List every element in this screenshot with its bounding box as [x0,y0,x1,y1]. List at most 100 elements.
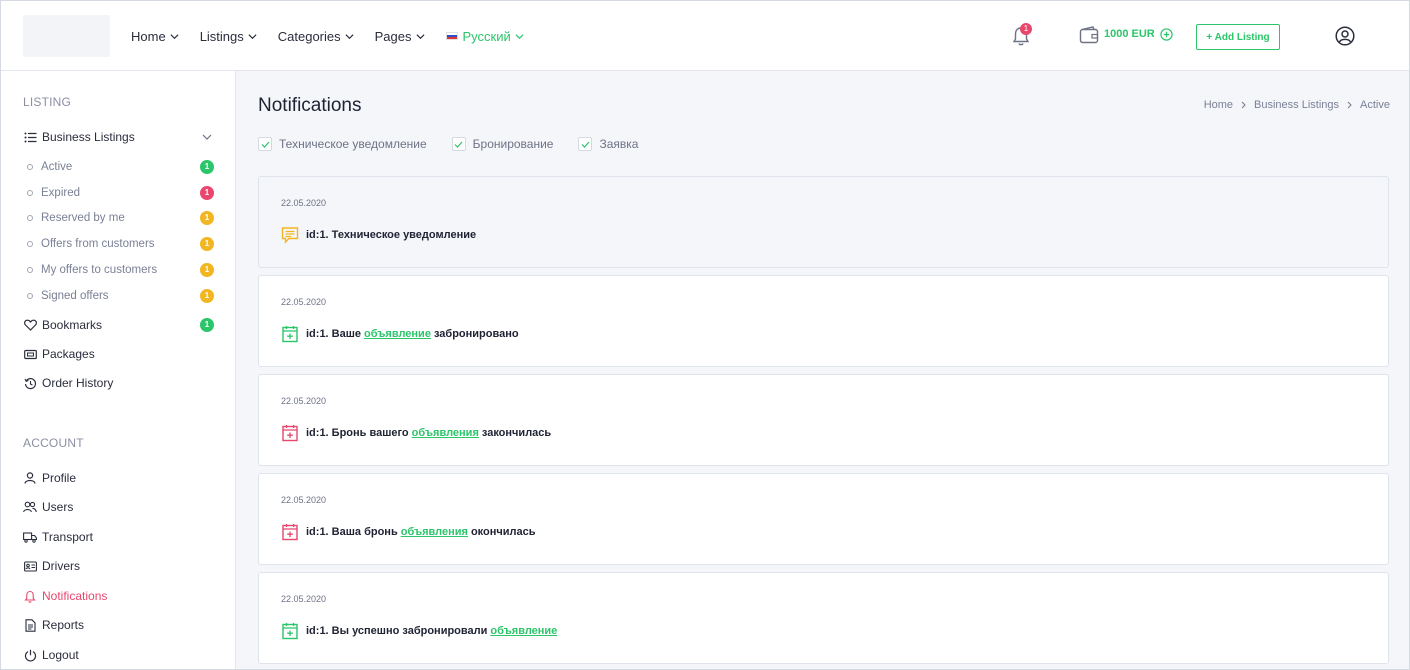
sidebar-item-offers-from-customers[interactable]: Offers from customers 1 [27,234,218,254]
notification-date: 22.05.2020 [281,297,327,307]
logo[interactable] [23,15,110,57]
listing-link[interactable]: объявление [490,625,557,637]
document-icon [23,618,37,632]
filter-label: Бронирование [472,137,554,151]
sidebar-item-drivers[interactable]: Drivers [23,556,218,576]
listing-link[interactable]: объявления [401,526,468,538]
sidebar-item-my-offers-to-customers[interactable]: My offers to customers 1 [27,260,218,280]
filter-label: Заявка [599,137,639,151]
notification-card[interactable]: 22.05.2020 id:1. Техническое уведомление [258,176,1389,268]
listing-section-title: LISTING [23,95,72,109]
bullet-icon [27,164,33,170]
bullet-icon [27,241,33,247]
nav-home[interactable]: Home [131,29,179,44]
listing-link[interactable]: объявление [364,328,431,340]
bullet-icon [27,215,33,221]
notification-text: id:1. Ваше [306,328,362,340]
count-badge: 1 [200,237,214,251]
add-funds-icon[interactable] [1160,28,1173,41]
sidebar-item-transport[interactable]: Transport [23,527,218,547]
breadcrumb-home[interactable]: Home [1204,99,1233,111]
calendar-icon [282,623,298,640]
breadcrumb: Home Business Listings Active [1204,99,1390,111]
sidebar-item-order-history[interactable]: Order History [23,373,218,393]
business-listings-label: Business Listings [42,130,135,144]
chevron-right-icon [1241,101,1246,109]
bookmarks-label: Bookmarks [42,318,103,332]
notification-text: id:1. Техническое уведомление [306,229,477,241]
sidebar-item-signed-offers[interactable]: Signed offers 1 [27,286,218,306]
notification-count-badge: 1 [1020,23,1032,35]
filter-request[interactable]: Заявка [578,137,638,151]
user-profile-icon[interactable] [1335,26,1355,46]
chevron-down-icon [170,33,179,39]
notification-card[interactable]: 22.05.2020 id:1. Бронь вашего объявления… [258,374,1389,466]
reports-label: Reports [42,618,85,632]
calendar-icon [282,524,298,541]
checkbox[interactable] [258,137,272,151]
nav-categories[interactable]: Categories [278,29,354,44]
sidebar-item-bookmarks[interactable]: Bookmarks 1 [23,315,218,335]
main-nav: Home Listings Categories Pages Русский [131,1,545,71]
count-badge: 1 [200,289,214,303]
notification-date: 22.05.2020 [281,594,327,604]
sidebar-item-notifications[interactable]: Notifications [23,586,218,606]
notification-message: id:1. Бронь вашего объявления закончилас… [281,424,551,442]
power-icon [23,648,37,662]
sub-item-label: Active [41,161,73,173]
profile-label: Profile [42,471,77,485]
chevron-down-icon[interactable] [202,132,212,142]
checkbox[interactable] [451,137,466,151]
listing-link[interactable]: объявления [412,427,479,439]
bullet-icon [27,190,33,196]
notification-message: id:1. Техническое уведомление [281,226,476,244]
filter-booking[interactable]: Бронирование [451,137,554,151]
nav-pages[interactable]: Pages [375,29,425,44]
sidebar-item-users[interactable]: Users [23,497,218,517]
message-icon [281,227,299,244]
notification-message: id:1. Ваша бронь объявления окончилась [281,523,536,541]
sidebar-item-logout[interactable]: Logout [23,645,218,665]
notification-text: забронировано [433,328,519,340]
sidebar-item-reports[interactable]: Reports [23,615,218,635]
main-content: Notifications Home Business Listings Act… [236,71,1409,669]
sidebar: LISTING Business Listings Active 1 Expir… [1,71,236,669]
top-header: Home Listings Categories Pages Русский 1… [1,1,1409,71]
id-card-icon [23,559,37,573]
notification-filters: Техническое уведомление Бронирование Зая… [258,137,663,151]
nav-listings-label: Listings [199,28,244,44]
notification-text: id:1. Ваша бронь [306,526,398,538]
users-icon [23,500,37,514]
truck-icon [23,530,37,544]
packages-label: Packages [42,347,95,361]
add-listing-button[interactable]: + Add Listing [1196,24,1280,50]
notification-card[interactable]: 22.05.2020 id:1. Вы успешно забронировал… [258,572,1389,664]
chevron-down-icon [515,33,524,39]
chevron-down-icon [248,33,257,39]
sub-item-label: Offers from customers [41,238,155,250]
users-label: Users [42,500,74,514]
sidebar-item-packages[interactable]: Packages [23,344,218,364]
count-badge: 1 [200,211,214,225]
language-selector[interactable]: Русский [445,28,524,44]
transport-label: Transport [42,530,93,544]
checkbox[interactable] [578,137,593,151]
breadcrumb-business-listings[interactable]: Business Listings [1254,99,1339,111]
filter-technical[interactable]: Техническое уведомление [258,137,427,151]
notification-card[interactable]: 22.05.2020 id:1. Ваша бронь объявления о… [258,473,1389,565]
sidebar-item-business-listings[interactable]: Business Listings [23,127,218,147]
list-icon [23,130,37,144]
notification-date: 22.05.2020 [281,198,327,208]
sidebar-item-expired[interactable]: Expired 1 [27,183,218,203]
notification-text: окончилась [470,526,536,538]
notification-card[interactable]: 22.05.2020 id:1. Ваше объявление заброни… [258,275,1389,367]
sub-item-label: Expired [41,187,80,199]
sidebar-item-active[interactable]: Active 1 [27,157,218,177]
sidebar-item-profile[interactable]: Profile [23,468,218,488]
notification-date: 22.05.2020 [281,396,327,406]
chevron-down-icon [416,33,425,39]
nav-listings[interactable]: Listings [200,29,257,44]
russia-flag-icon [445,32,458,40]
sidebar-item-reserved-by-me[interactable]: Reserved by me 1 [27,208,218,228]
language-label: Русский [462,28,511,44]
